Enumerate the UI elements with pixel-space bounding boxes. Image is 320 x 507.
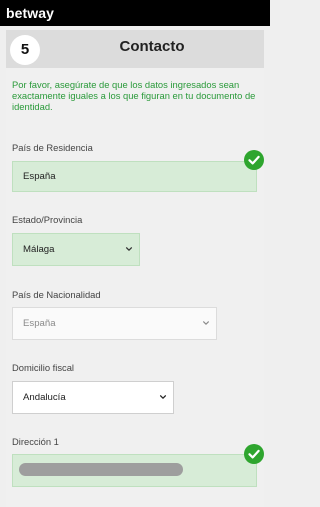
province-value: Málaga [23,244,55,255]
nationality-label: País de Nacionalidad [12,289,101,300]
top-bar: betway [0,0,270,26]
check-circle-icon [244,444,264,464]
chevron-down-icon [203,320,209,325]
nationality-value: España [23,318,56,329]
identity-note: Por favor, asegúrate de que los datos in… [12,79,256,112]
step-title: Contacto [119,38,185,55]
address1-label: Dirección 1 [12,436,59,447]
chevron-down-icon [125,246,133,251]
tax-domicile-select[interactable]: Andalucía [12,381,174,414]
province-select[interactable]: Málaga [12,233,140,266]
nationality-select[interactable]: España [12,307,217,340]
check-circle-icon [244,150,264,170]
residence-field[interactable]: España [12,161,257,192]
step-number: 5 [10,35,40,65]
tax-domicile-value: Andalucía [23,392,66,403]
chevron-down-icon [159,394,167,399]
tax-domicile-label: Domicilio fiscal [12,362,74,373]
residence-value: España [23,171,56,182]
residence-label: País de Residencia [12,142,93,153]
betway-logo[interactable]: betway [6,5,54,21]
province-label: Estado/Provincia [12,214,83,225]
redacted-address [19,463,183,476]
